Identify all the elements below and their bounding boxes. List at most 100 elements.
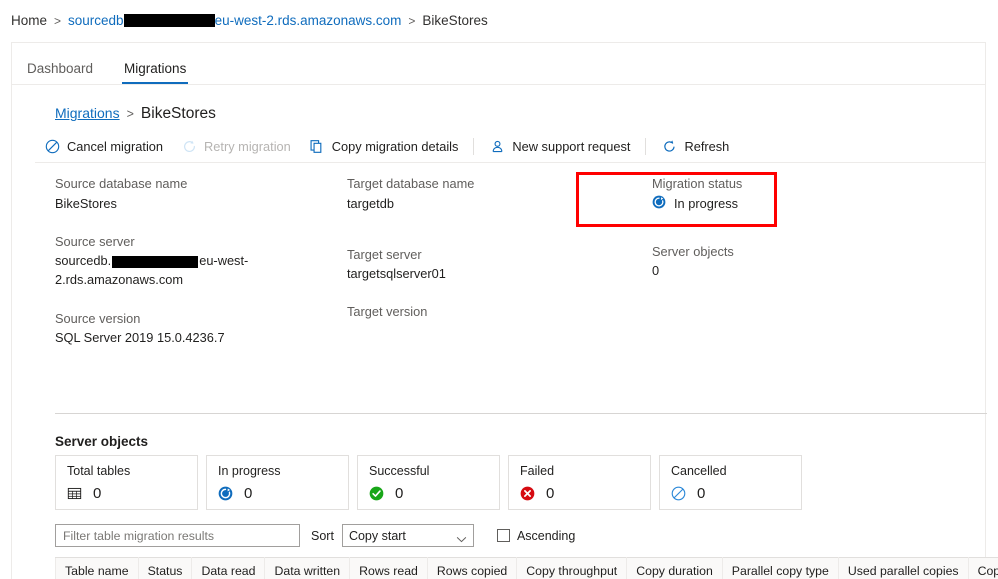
sort-label: Sort <box>311 528 334 543</box>
sub-breadcrumb-migrations-link[interactable]: Migrations <box>55 105 120 121</box>
filter-toolbar: Sort Copy start Ascending <box>55 524 575 547</box>
card-cancelled-title: Cancelled <box>671 464 727 478</box>
cancel-migration-label: Cancel migration <box>67 138 164 154</box>
in-progress-icon <box>652 195 668 211</box>
table-head: Table name Status Data read Data written… <box>55 557 998 579</box>
command-bar: Cancel migration Retry migration Copy mi… <box>35 130 986 163</box>
column-header-data-written[interactable]: Data written <box>264 557 351 579</box>
breadcrumb-separator-icon-2: > <box>408 13 416 28</box>
page-root: Home > sourcedb eu-west-2.rds.amazonaws.… <box>0 0 998 579</box>
migration-status-value: In progress <box>674 195 739 211</box>
new-support-request-label: New support request <box>512 138 631 154</box>
properties-column-source: Source database name BikeStores Source s… <box>55 175 345 367</box>
target-server-label: Target server <box>347 246 422 262</box>
target-version-label: Target version <box>347 304 428 320</box>
migration-status-label: Migration status <box>652 176 743 191</box>
column-header-data-read[interactable]: Data read <box>191 557 266 579</box>
server-objects-label: Server objects <box>652 243 734 259</box>
server-objects-section-title: Server objects <box>55 434 149 449</box>
retry-icon <box>181 138 197 154</box>
sub-breadcrumb-separator-icon: > <box>126 107 134 121</box>
refresh-button[interactable]: Refresh <box>652 130 738 163</box>
copy-migration-details-button[interactable]: Copy migration details <box>300 130 468 163</box>
refresh-icon <box>661 138 677 154</box>
migration-status-block: Migration status In progress <box>652 175 942 213</box>
column-header-status[interactable]: Status <box>137 557 193 579</box>
column-header-rows-copied[interactable]: Rows copied <box>426 557 518 579</box>
tab-bar: Dashboard Migrations <box>12 43 985 85</box>
card-total-tables[interactable]: Total tables 0 <box>55 455 198 510</box>
section-divider <box>55 413 987 414</box>
cancel-icon <box>671 486 687 502</box>
column-header-table-name[interactable]: Table name <box>55 557 139 579</box>
migration-results-table: Table name Status Data read Data written… <box>55 557 998 579</box>
breadcrumb: Home > sourcedb eu-west-2.rds.amazonaws.… <box>11 13 488 28</box>
target-server-value: targetsqlserver01 <box>347 266 446 282</box>
sub-breadcrumb: Migrations > BikeStores <box>55 105 216 123</box>
card-total-tables-row: 0 <box>67 485 186 502</box>
source-server-prefix: sourcedb. <box>55 253 112 269</box>
tab-migrations[interactable]: Migrations <box>122 61 189 85</box>
target-database-name-block: Target database name targetdb <box>347 175 637 213</box>
column-header-rows-read[interactable]: Rows read <box>349 557 428 579</box>
card-in-progress[interactable]: In progress 0 <box>206 455 349 510</box>
column-header-used-parallel-copies[interactable]: Used parallel copies <box>837 557 969 579</box>
card-in-progress-title: In progress <box>218 464 281 478</box>
card-failed-row: 0 <box>520 485 639 502</box>
in-progress-icon <box>218 486 234 502</box>
ascending-checkbox[interactable]: Ascending <box>496 529 575 543</box>
breadcrumb-home[interactable]: Home <box>11 13 47 28</box>
source-server-label: Source server <box>55 233 135 249</box>
card-failed-count: 0 <box>546 485 555 502</box>
card-cancelled-count: 0 <box>697 485 706 502</box>
page-title: BikeStores <box>140 105 216 122</box>
filter-input[interactable] <box>55 524 300 547</box>
card-total-tables-count: 0 <box>93 485 102 502</box>
properties-column-status: Migration status In progress Server obje… <box>652 175 942 300</box>
retry-migration-label: Retry migration <box>204 138 291 154</box>
card-total-tables-title: Total tables <box>67 464 131 478</box>
table-header-row: Table name Status Data read Data written… <box>55 557 998 579</box>
command-separator-2 <box>645 137 647 155</box>
breadcrumb-host-prefix: sourcedb <box>68 13 124 28</box>
source-server-value: sourcedb. eu-west-2.rds.amazonaws.com <box>55 251 255 289</box>
card-in-progress-row: 0 <box>218 485 337 502</box>
ascending-checkbox-box <box>496 529 510 542</box>
redaction-bar-source-server <box>112 255 199 268</box>
support-person-icon <box>489 138 505 154</box>
server-objects-count-block: Server objects 0 <box>652 243 942 281</box>
server-objects-value: 0 <box>652 263 660 279</box>
column-header-copy-throughput[interactable]: Copy throughput <box>516 557 628 579</box>
copy-migration-details-label: Copy migration details <box>331 138 459 154</box>
error-x-icon <box>520 486 536 502</box>
cancel-icon <box>44 138 60 154</box>
target-database-name-label: Target database name <box>347 176 475 191</box>
new-support-request-button[interactable]: New support request <box>480 130 639 163</box>
card-failed[interactable]: Failed 0 <box>508 455 651 510</box>
cancel-migration-button[interactable]: Cancel migration <box>35 130 172 163</box>
success-check-icon <box>369 486 385 502</box>
card-in-progress-count: 0 <box>244 485 253 502</box>
card-successful-count: 0 <box>395 485 404 502</box>
source-database-name-block: Source database name BikeStores <box>55 175 345 213</box>
source-database-name-value: BikeStores <box>55 195 117 211</box>
breadcrumb-separator-icon: > <box>54 13 62 28</box>
column-header-parallel-copy-type[interactable]: Parallel copy type <box>721 557 839 579</box>
target-version-block: Target version <box>347 303 637 322</box>
redaction-bar <box>123 14 215 27</box>
card-successful[interactable]: Successful 0 <box>357 455 500 510</box>
source-version-value: SQL Server 2019 15.0.4236.7 <box>55 330 225 346</box>
card-cancelled[interactable]: Cancelled 0 <box>659 455 802 510</box>
sort-select[interactable]: Copy start <box>341 524 474 547</box>
refresh-label: Refresh <box>684 138 730 154</box>
column-header-copy-duration[interactable]: Copy duration <box>626 557 723 579</box>
source-server-block: Source server sourcedb. eu-west-2.rds.ama… <box>55 233 345 290</box>
card-failed-title: Failed <box>520 464 555 478</box>
breadcrumb-current: BikeStores <box>422 13 488 28</box>
breadcrumb-source-server-link[interactable]: sourcedb eu-west-2.rds.amazonaws.com <box>68 13 401 28</box>
tab-dashboard[interactable]: Dashboard <box>25 61 95 85</box>
source-database-name-label: Source database name <box>55 176 188 191</box>
column-header-copy-start[interactable]: Copy start <box>967 557 998 579</box>
table-grid-icon <box>67 486 83 502</box>
content-panel: Dashboard Migrations Migrations > BikeSt… <box>11 42 998 579</box>
